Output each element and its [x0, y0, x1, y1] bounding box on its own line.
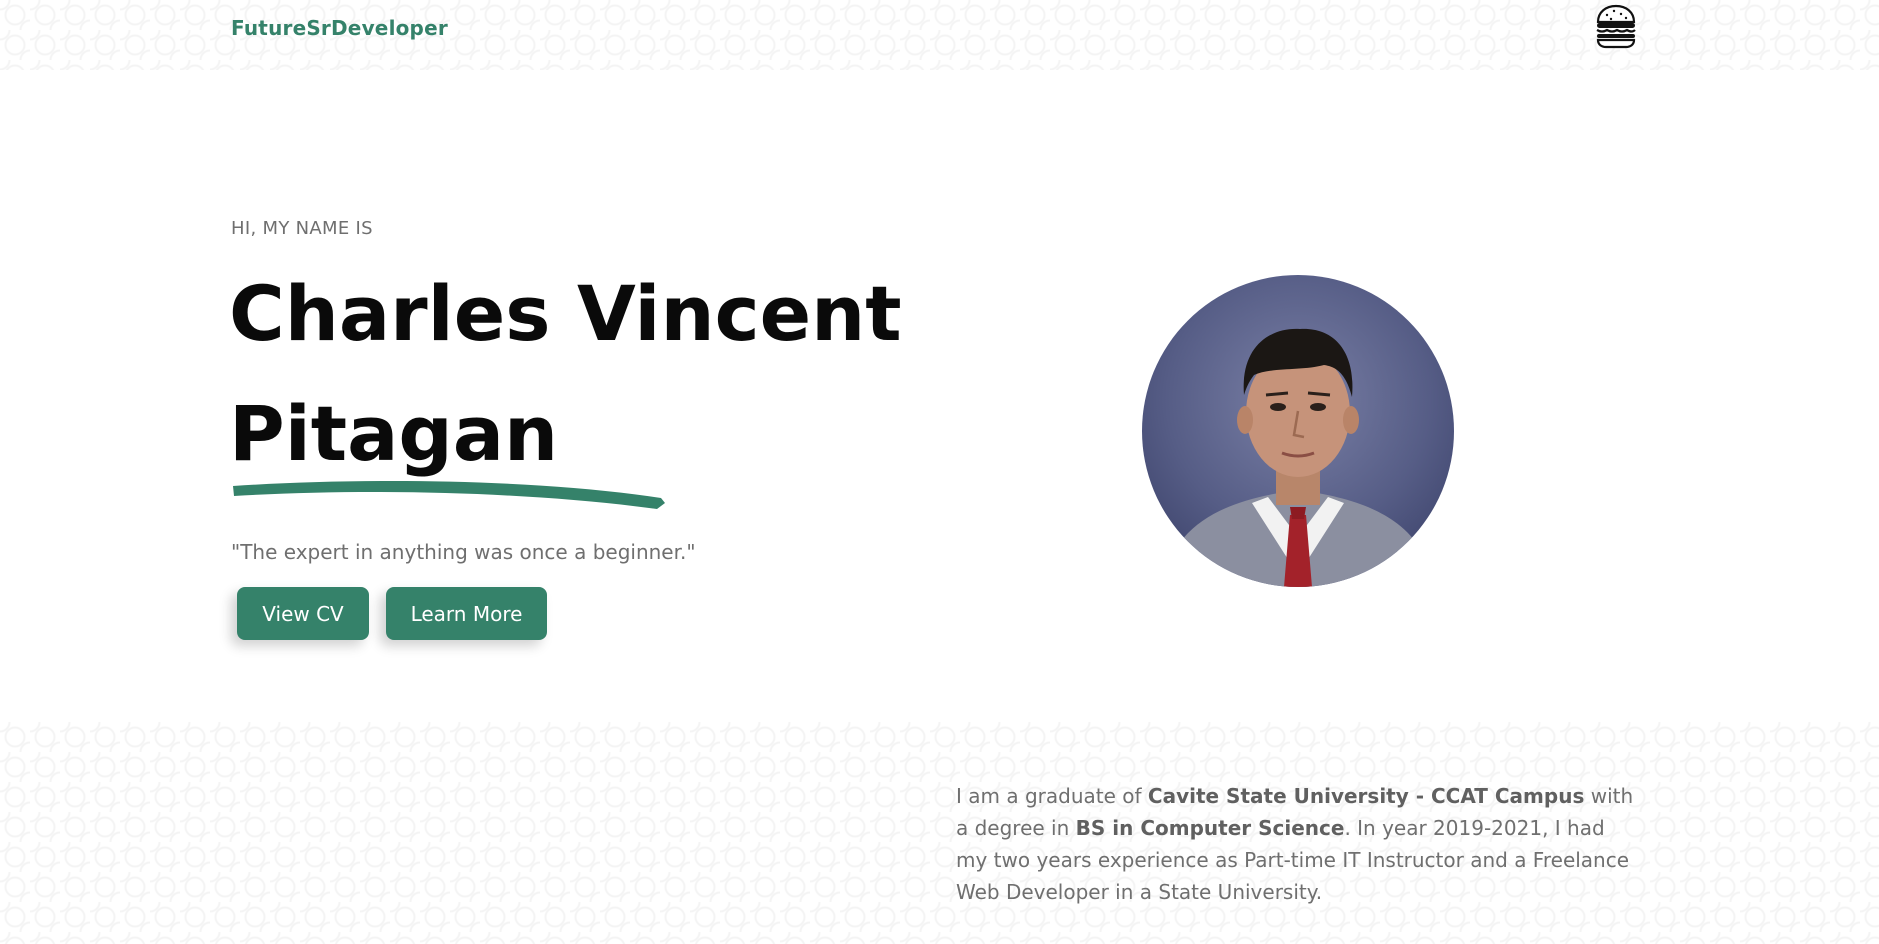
view-cv-button[interactable]: View CV	[237, 587, 369, 640]
navbar: FutureSrDeveloper	[0, 0, 1879, 70]
menu-burger-icon[interactable]	[1592, 2, 1640, 50]
hero-name: Charles Vincent Pitagan	[229, 254, 929, 494]
greeting-text: HI, MY NAME IS	[231, 218, 373, 239]
degree-name: BS in Computer Science	[1075, 816, 1345, 840]
about-section: I am a graduate of Cavite State Universi…	[0, 722, 1879, 944]
brand-logo-link[interactable]: FutureSrDeveloper	[231, 16, 448, 40]
about-text-part-1: I am a graduate of	[956, 784, 1148, 808]
name-line-1: Charles Vincent	[229, 269, 902, 358]
school-name: Cavite State University - CCAT Campus	[1147, 784, 1585, 808]
name-line-2: Pitagan	[229, 389, 559, 478]
burger-icon	[1596, 4, 1636, 49]
hero-section: HI, MY NAME IS Charles Vincent Pitagan "…	[0, 70, 1879, 722]
about-paragraph: I am a graduate of Cavite State Universi…	[956, 780, 1636, 908]
profile-photo	[1142, 275, 1454, 587]
learn-more-button[interactable]: Learn More	[386, 587, 547, 640]
quote-text: "The expert in anything was once a begin…	[231, 540, 696, 564]
profile-portrait-image	[1142, 275, 1454, 587]
brush-underline-decoration	[233, 481, 665, 509]
